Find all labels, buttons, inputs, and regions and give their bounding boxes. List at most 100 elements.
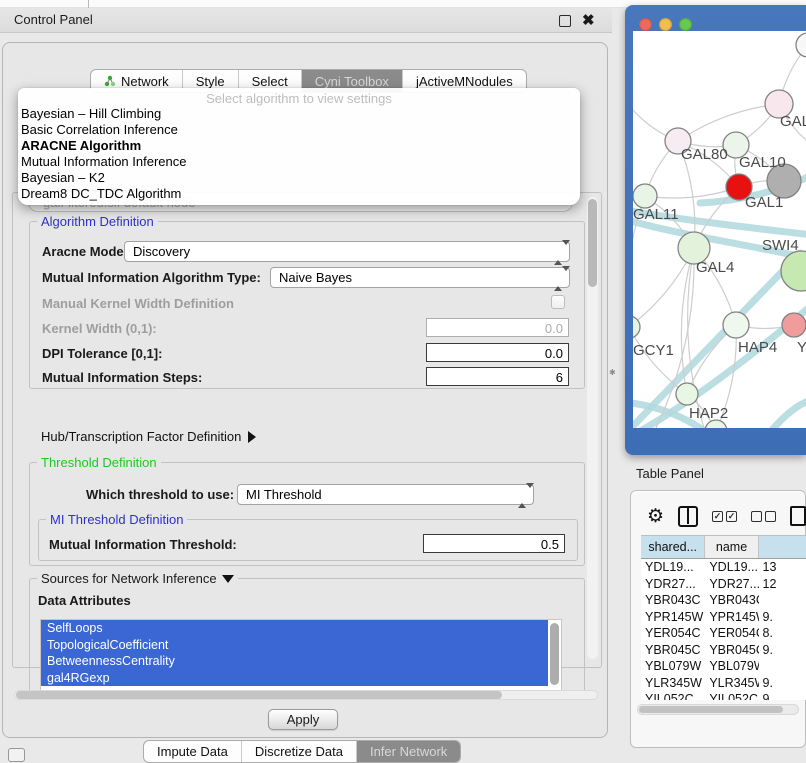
table-row[interactable]: YDR27...YDR27...12 — [641, 576, 806, 593]
node-hap2[interactable] — [676, 383, 698, 405]
dropdown-item-dream8-dc-tdc-algorithm[interactable]: Dream8 DC_TDC Algorithm — [18, 186, 580, 202]
table-hscrollbar[interactable] — [637, 704, 799, 715]
tab-label: Style — [196, 74, 225, 89]
kernel-width-input[interactable]: 0.0 — [426, 318, 569, 337]
panel-splitter-handle[interactable]: ✱ — [609, 369, 615, 377]
mi-threshold-input[interactable]: 0.5 — [423, 534, 565, 553]
apply-button[interactable]: Apply — [268, 709, 338, 730]
column-header-extra[interactable] — [759, 536, 806, 558]
table-row[interactable]: YIL052CYIL052C9. — [641, 691, 806, 700]
table-cell: YDL19... — [641, 559, 705, 576]
dropdown-item-aracne-algorithm[interactable]: ARACNE Algorithm — [18, 138, 580, 154]
table-row[interactable]: YBL079WYBL079W — [641, 658, 806, 675]
which-threshold-combobox[interactable]: MI Threshold — [237, 484, 534, 505]
table-cell: 9. — [759, 691, 806, 700]
control-panel-header: Control Panel ✖ — [0, 8, 612, 33]
table-row[interactable]: YDL19...YDL19...13 — [641, 559, 806, 576]
table-cell: YPR145W — [705, 609, 758, 626]
dropdown-item-bayesian-k2[interactable]: Bayesian – K2 — [18, 170, 580, 186]
data-attributes-list[interactable]: SelfLoopsTopologicalCoefficientBetweenne… — [40, 619, 562, 691]
dpi-tolerance-input[interactable]: 0.0 — [426, 343, 569, 362]
mi-threshold-label: Mutual Information Threshold: — [49, 537, 237, 552]
node-hap4[interactable] — [723, 312, 749, 338]
sources-title-row[interactable]: Sources for Network Inference — [37, 571, 238, 586]
table-cell: 9. — [759, 642, 806, 659]
table-row[interactable]: YPR145WYPR145W9. — [641, 609, 806, 626]
mi-type-combobox[interactable]: Naive Bayes — [270, 267, 570, 288]
network-canvas[interactable]: GALGAL80GAL10GAL1GAL11GAL4SWI4HAP4YGCY1H… — [633, 31, 806, 428]
table-cell: YLR345W — [641, 675, 705, 692]
table-header-row: shared...name — [641, 536, 806, 559]
tab-impute-data[interactable]: Impute Data — [144, 741, 242, 762]
minimized-panel-icon[interactable] — [8, 748, 25, 762]
table-row[interactable]: YLR345WYLR345W9. — [641, 675, 806, 692]
attribute-item-betweennesscentrality[interactable]: BetweennessCentrality — [41, 653, 548, 670]
tab-infer-network[interactable]: Infer Network — [357, 741, 460, 762]
node-label-gal4: GAL4 — [696, 259, 734, 276]
mi-type-label: Mutual Information Algorithm Type: — [42, 270, 261, 285]
minimize-traffic-light[interactable] — [659, 18, 672, 31]
kernel-width-label: Kernel Width (0,1): — [42, 321, 157, 336]
table-row[interactable]: YER054CYER054C8. — [641, 625, 806, 642]
node-label-hap2: HAP2 — [689, 405, 728, 422]
hub-definition-label: Hub/Transcription Factor Definition — [41, 429, 241, 444]
node-gal11[interactable] — [633, 184, 657, 208]
column-header-shared...[interactable]: shared... — [641, 536, 705, 558]
column-header-name[interactable]: name — [705, 536, 758, 558]
threshold-definition-group: Threshold Definition Which threshold to … — [29, 462, 585, 566]
deselect-all-checkboxes-icon[interactable] — [751, 511, 776, 522]
dropdown-item-bayesian-hill-climbing[interactable]: Bayesian – Hill Climbing — [18, 106, 580, 122]
thick-edge — [772, 400, 806, 428]
dropdown-placeholder: Select algorithm to view settings — [18, 88, 580, 106]
tab-label: Network — [121, 74, 169, 89]
table-cell: YER054C — [705, 625, 758, 642]
hub-definition-expander[interactable]: Hub/Transcription Factor Definition — [41, 429, 256, 444]
close-traffic-light[interactable] — [639, 18, 652, 31]
gear-icon[interactable]: ⚙ — [647, 505, 664, 528]
close-icon[interactable]: ✖ — [582, 11, 595, 29]
attribute-item-topologicalcoefficient[interactable]: TopologicalCoefficient — [41, 637, 548, 654]
table-cell: YBR043C — [641, 592, 705, 609]
table-cell: YDR27... — [641, 576, 705, 593]
table-cell: YBR045C — [641, 642, 705, 659]
table-cell: YIL052C — [705, 691, 758, 700]
table-row[interactable]: YBR045CYBR045C9. — [641, 642, 806, 659]
table-row[interactable]: YBR043CYBR043C — [641, 592, 806, 609]
table-body: YDL19...YDL19...13YDR27...YDR27...12YBR0… — [641, 559, 806, 700]
table-cell: YLR345W — [705, 675, 758, 692]
node-pink-node[interactable] — [782, 313, 806, 337]
attribute-item-gal4rgexp[interactable]: gal4RGexp — [41, 670, 548, 687]
attribute-item-selfloops[interactable]: SelfLoops — [41, 620, 548, 637]
screen: Control Panel ✖ Inference Algorithm galF… — [0, 0, 806, 762]
table-cell: 8. — [759, 625, 806, 642]
manual-kernel-checkbox[interactable] — [551, 295, 565, 309]
float-panel-icon[interactable] — [559, 15, 571, 27]
mi-steps-label: Mutual Information Steps: — [42, 370, 202, 385]
table-cell: 13 — [759, 559, 806, 576]
split-columns-icon[interactable] — [678, 506, 698, 527]
zoom-traffic-light[interactable] — [679, 18, 692, 31]
list-scrollbar[interactable] — [550, 623, 559, 685]
dropdown-item-basic-correlation-inference[interactable]: Basic Correlation Inference — [18, 122, 580, 138]
page-icon[interactable] — [790, 506, 806, 526]
node-label-gal1: GAL1 — [745, 194, 783, 211]
tab-discretize-data[interactable]: Discretize Data — [242, 741, 357, 762]
settings-hscrollbar[interactable] — [14, 690, 598, 700]
table-cell: YIL052C — [641, 691, 705, 700]
select-all-checkboxes-icon[interactable]: ✓✓ — [712, 511, 737, 522]
aracne-mode-label: Aracne Mode: — [42, 244, 128, 259]
table-cell — [759, 658, 806, 675]
table-cell: YBL079W — [705, 658, 758, 675]
node-node-top[interactable] — [796, 33, 806, 57]
dropdown-item-mutual-information-inference[interactable]: Mutual Information Inference — [18, 154, 580, 170]
settings-scrollbar[interactable] — [587, 197, 598, 659]
node-swi4[interactable] — [781, 251, 806, 291]
mi-threshold-title: MI Threshold Definition — [46, 512, 187, 527]
aracne-mode-combobox[interactable]: Discovery — [124, 241, 570, 262]
combobox-stepper-icon — [518, 488, 527, 502]
tab-label: Infer Network — [370, 744, 447, 759]
table-cell: YER054C — [641, 625, 705, 642]
table-cell: 9. — [759, 675, 806, 692]
mi-steps-input[interactable]: 6 — [426, 367, 569, 386]
tab-label: Select — [252, 74, 288, 89]
